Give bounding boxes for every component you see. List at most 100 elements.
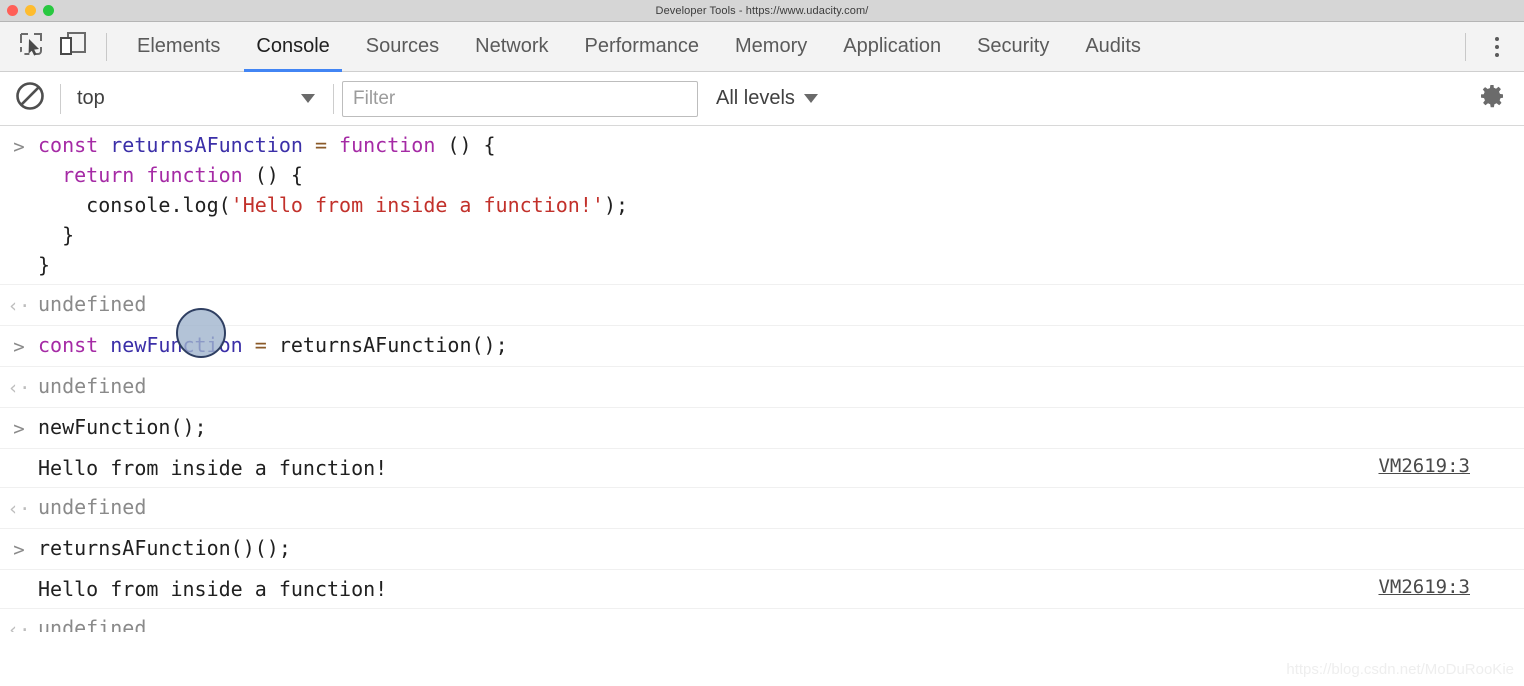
tab-audits[interactable]: Audits (1067, 22, 1159, 72)
entry-log-text: Hello from inside a function! (38, 456, 388, 480)
entry-gutter: > (0, 412, 38, 444)
entry-gutter: > (0, 330, 38, 362)
code-token: newFunction (110, 333, 255, 357)
tab-console-label: Console (256, 35, 330, 57)
window-title: Developer Tools - https://www.udacity.co… (655, 4, 869, 17)
console-entry-input[interactable]: > newFunction(); (0, 408, 1524, 449)
tab-application[interactable]: Application (825, 22, 959, 72)
console-entry-input[interactable]: > const returnsAFunction = function () {… (0, 126, 1524, 285)
entry-gutter: > (0, 533, 38, 565)
console-entry-log[interactable]: Hello from inside a function! VM2619:3 (0, 449, 1524, 488)
entry-gutter: > (0, 130, 38, 162)
toolbar-divider (106, 32, 107, 61)
gear-icon (1478, 82, 1506, 115)
filter-input[interactable] (342, 80, 698, 117)
entry-result-value: undefined (38, 616, 147, 632)
more-options-button[interactable] (1478, 28, 1516, 66)
code-token: console.log( (38, 193, 231, 217)
entry-result-value: undefined (38, 495, 147, 519)
execution-context-value: top (77, 87, 105, 109)
tab-audits-label: Audits (1085, 35, 1141, 57)
devtools-window: Developer Tools - https://www.udacity.co… (0, 0, 1524, 686)
output-arrow-icon: ‹· (7, 377, 31, 399)
entry-gutter (0, 574, 38, 576)
console-entry-result[interactable]: ‹· undefined (0, 609, 1524, 632)
console-entry-result[interactable]: ‹· undefined (0, 367, 1524, 408)
console-entry-result[interactable]: ‹· undefined (0, 285, 1524, 326)
code-token: returnsAFunction()(); (38, 536, 291, 560)
log-levels-select[interactable]: All levels (716, 87, 818, 110)
code-token: const (38, 133, 111, 157)
entry-gutter: ‹· (0, 492, 38, 524)
entry-log-text: Hello from inside a function! (38, 577, 388, 601)
maximize-window-button[interactable] (43, 5, 54, 16)
code-token: newFunction(); (38, 415, 207, 439)
tab-sources-label: Sources (365, 35, 440, 57)
tab-console[interactable]: Console (238, 22, 347, 72)
tab-sources[interactable]: Sources (348, 22, 457, 72)
tabstrip-right-group (1453, 28, 1516, 66)
entry-code: const returnsAFunction = function () { r… (38, 130, 642, 280)
console-entry-input[interactable]: > returnsAFunction()(); (0, 529, 1524, 570)
chevron-down-icon (803, 94, 818, 103)
input-arrow-icon: > (13, 336, 25, 358)
console-entry-log[interactable]: Hello from inside a function! VM2619:3 (0, 570, 1524, 609)
inspect-element-icon (18, 31, 44, 62)
watermark: https://blog.csdn.net/MoDuRooKie (1286, 661, 1514, 678)
clear-console-button[interactable] (8, 77, 52, 121)
entry-result-value: undefined (38, 374, 147, 398)
device-toolbar-button[interactable] (52, 28, 94, 66)
tab-performance[interactable]: Performance (567, 22, 718, 72)
tab-elements-label: Elements (137, 35, 221, 57)
code-token: return function (62, 163, 255, 187)
clear-console-icon (14, 80, 46, 117)
entry-gutter (0, 453, 38, 455)
code-token: () { (447, 133, 496, 157)
entry-code: returnsAFunction()(); (38, 533, 305, 563)
tabstrip-right-divider (1465, 32, 1466, 61)
code-token: returnsAFunction (110, 133, 315, 157)
code-token: returnsAFunction(); (278, 333, 508, 357)
entry-gutter: ‹· (0, 371, 38, 403)
input-arrow-icon: > (13, 418, 25, 440)
console-filter-toolbar: top All levels (0, 72, 1524, 126)
tab-security[interactable]: Security (959, 22, 1067, 72)
output-arrow-icon: ‹· (7, 295, 31, 317)
tab-network[interactable]: Network (457, 22, 566, 72)
code-token: const (38, 333, 111, 357)
execution-context-select[interactable]: top (69, 80, 325, 118)
more-options-icon (1495, 36, 1499, 41)
filterbar-divider-2 (333, 83, 334, 114)
code-token: } (38, 253, 51, 277)
minimize-window-button[interactable] (25, 5, 36, 16)
log-levels-value: All levels (716, 87, 795, 109)
code-token: () { (254, 163, 303, 187)
code-token: function (339, 133, 448, 157)
console-output[interactable]: > const returnsAFunction = function () {… (0, 126, 1524, 632)
tab-application-label: Application (843, 35, 942, 57)
tab-memory[interactable]: Memory (717, 22, 825, 72)
code-token: 'Hello from inside a function!' (230, 193, 604, 217)
code-token: ); (603, 193, 629, 217)
source-location-link[interactable]: VM2619:3 (1378, 576, 1470, 598)
code-token: = (254, 333, 279, 357)
more-options-icon (1495, 52, 1499, 57)
close-window-button[interactable] (7, 5, 18, 16)
code-token: } (38, 223, 75, 247)
console-settings-button[interactable] (1470, 77, 1514, 121)
console-entry-input[interactable]: > const newFunction = returnsAFunction()… (0, 326, 1524, 367)
tab-memory-label: Memory (735, 35, 808, 57)
tab-elements[interactable]: Elements (119, 22, 238, 72)
tab-network-label: Network (475, 35, 549, 57)
source-location-link[interactable]: VM2619:3 (1378, 455, 1470, 477)
window-titlebar: Developer Tools - https://www.udacity.co… (0, 0, 1524, 22)
entry-result-value: undefined (38, 292, 147, 316)
devtools-tabstrip: Elements Console Sources Network Perform… (0, 22, 1524, 72)
inspect-element-button[interactable] (10, 28, 52, 66)
entry-code: const newFunction = returnsAFunction(); (38, 330, 522, 360)
tab-performance-label: Performance (584, 35, 700, 57)
output-arrow-icon: ‹· (7, 619, 31, 632)
console-entry-result[interactable]: ‹· undefined (0, 488, 1524, 529)
entry-code: newFunction(); (38, 412, 221, 442)
